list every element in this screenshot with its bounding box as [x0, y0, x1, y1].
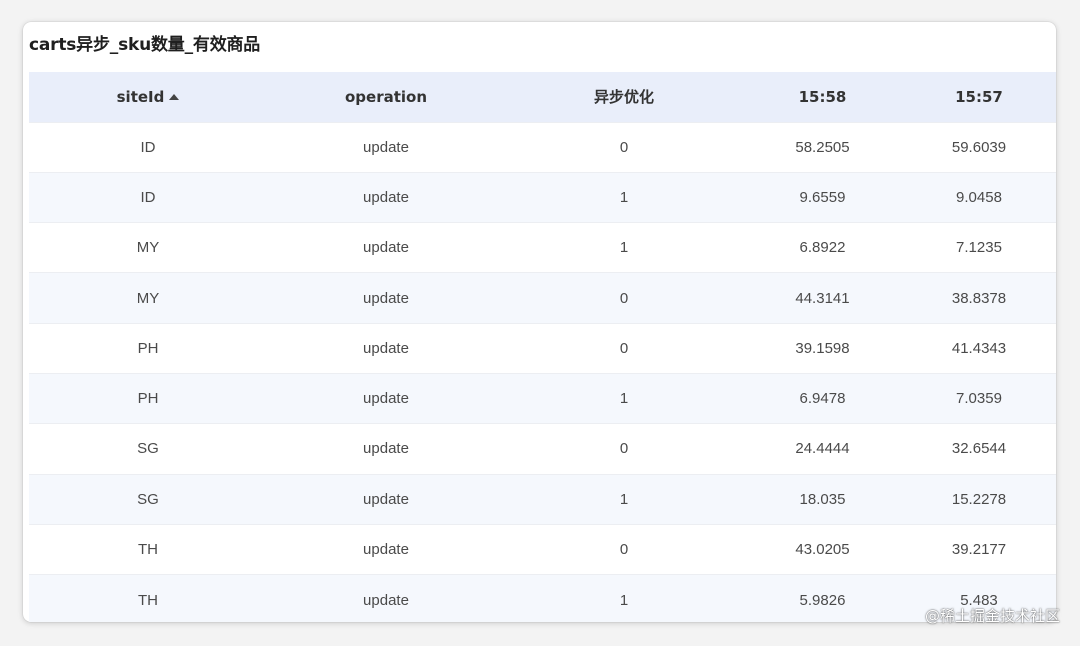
cell-time-1557: 7.1235: [956, 239, 1002, 257]
cell-time-1557: 38.8378: [951, 289, 1007, 307]
cell-operation: update: [363, 591, 409, 609]
cell-async-optimization: 1: [619, 390, 629, 408]
column-header-operation[interactable]: operation: [267, 72, 505, 122]
cell-operation: update: [363, 440, 409, 458]
cell-operation: update: [363, 289, 409, 307]
cell-time-1558: 39.1598: [795, 339, 850, 357]
cell-async-optimization: 0: [619, 339, 629, 357]
cell-siteid: SG: [137, 490, 159, 508]
cell-time-1557: 9.0458: [956, 188, 1002, 206]
table-row[interactable]: ID update 1 9.6559 9.0458: [29, 172, 1056, 223]
cell-time-1557: 59.6039: [951, 138, 1007, 156]
table-row[interactable]: PH update 1 6.9478 7.0359: [29, 373, 1056, 424]
cell-time-1558: 6.9478: [799, 390, 846, 408]
column-header-time-1557[interactable]: 15:57: [902, 72, 1056, 122]
table-row[interactable]: MY update 0 44.3141 38.8378: [29, 272, 1056, 324]
cell-time-1557: 7.0359: [956, 390, 1002, 408]
table-card: carts异步_sku数量_有效商品 siteId operation 异步优化…: [23, 22, 1056, 622]
cell-async-optimization: 1: [619, 239, 629, 257]
cell-time-1558: 43.0205: [795, 541, 850, 559]
cell-time-1558: 6.8922: [799, 239, 846, 257]
cell-time-1558: 44.3141: [795, 289, 850, 307]
cell-operation: update: [363, 541, 409, 559]
cell-siteid: TH: [138, 591, 158, 609]
cell-async-optimization: 1: [619, 490, 629, 508]
cell-async-optimization: 0: [619, 138, 629, 156]
column-header-async-optimization[interactable]: 异步优化: [505, 72, 743, 122]
watermark-text: @稀土掘金技术社区: [924, 607, 1060, 625]
cell-operation: update: [363, 138, 409, 156]
cell-time-1557: 15.2278: [951, 490, 1007, 508]
cell-time-1558: 5.9826: [799, 591, 846, 609]
cell-async-optimization: 0: [619, 440, 629, 458]
cell-operation: update: [363, 239, 409, 257]
table-row[interactable]: PH update 0 39.1598 41.4343: [29, 323, 1056, 373]
cell-siteid: MY: [136, 239, 160, 257]
cell-time-1557: 41.4343: [951, 339, 1007, 357]
cell-siteid: ID: [140, 138, 156, 156]
table-row[interactable]: SG update 0 24.4444 32.6544: [29, 423, 1056, 474]
cell-async-optimization: 1: [619, 591, 629, 609]
cell-siteid: PH: [137, 339, 159, 357]
sort-ascending-icon[interactable]: [169, 93, 180, 100]
cell-siteid: TH: [138, 541, 158, 559]
cell-time-1558: 24.4444: [795, 440, 850, 458]
cell-time-1557: 32.6544: [951, 440, 1007, 458]
cell-async-optimization: 1: [619, 188, 629, 206]
cell-operation: update: [363, 390, 409, 408]
cell-operation: update: [363, 490, 409, 508]
table-title: carts异步_sku数量_有效商品: [29, 35, 261, 55]
cell-time-1558: 58.2505: [795, 138, 850, 156]
cell-siteid: PH: [137, 390, 159, 408]
column-header-time-1558[interactable]: 15:58: [743, 72, 902, 122]
column-header-siteid[interactable]: siteId: [29, 72, 267, 122]
cell-async-optimization: 0: [619, 541, 629, 559]
data-table: siteId operation 异步优化 15:58 15:57 ID upda…: [29, 72, 1056, 622]
cell-time-1557: 39.2177: [951, 541, 1007, 559]
cell-operation: update: [363, 188, 409, 206]
table-body: ID update 0 58.2505 59.6039 ID update 1 9.6559 9.…: [29, 122, 1056, 622]
column-header-label: siteId: [116, 87, 165, 106]
cell-siteid: MY: [136, 289, 160, 307]
cell-operation: update: [363, 339, 409, 357]
table-row[interactable]: TH update 0 43.0205 39.2177: [29, 524, 1056, 574]
table-row[interactable]: SG update 1 18.035 15.2278: [29, 474, 1056, 525]
cell-siteid: ID: [140, 188, 156, 206]
cell-async-optimization: 0: [619, 289, 629, 307]
cell-time-1558: 18.035: [799, 490, 846, 508]
table-header-row: siteId operation 异步优化 15:58 15:57: [29, 72, 1056, 122]
table-row[interactable]: ID update 0 58.2505 59.6039: [29, 122, 1056, 172]
table-row[interactable]: MY update 1 6.8922 7.1235: [29, 222, 1056, 273]
table-row[interactable]: TH update 1 5.9826 5.483: [29, 574, 1056, 622]
cell-siteid: SG: [137, 440, 159, 458]
cell-time-1558: 9.6559: [799, 188, 846, 206]
